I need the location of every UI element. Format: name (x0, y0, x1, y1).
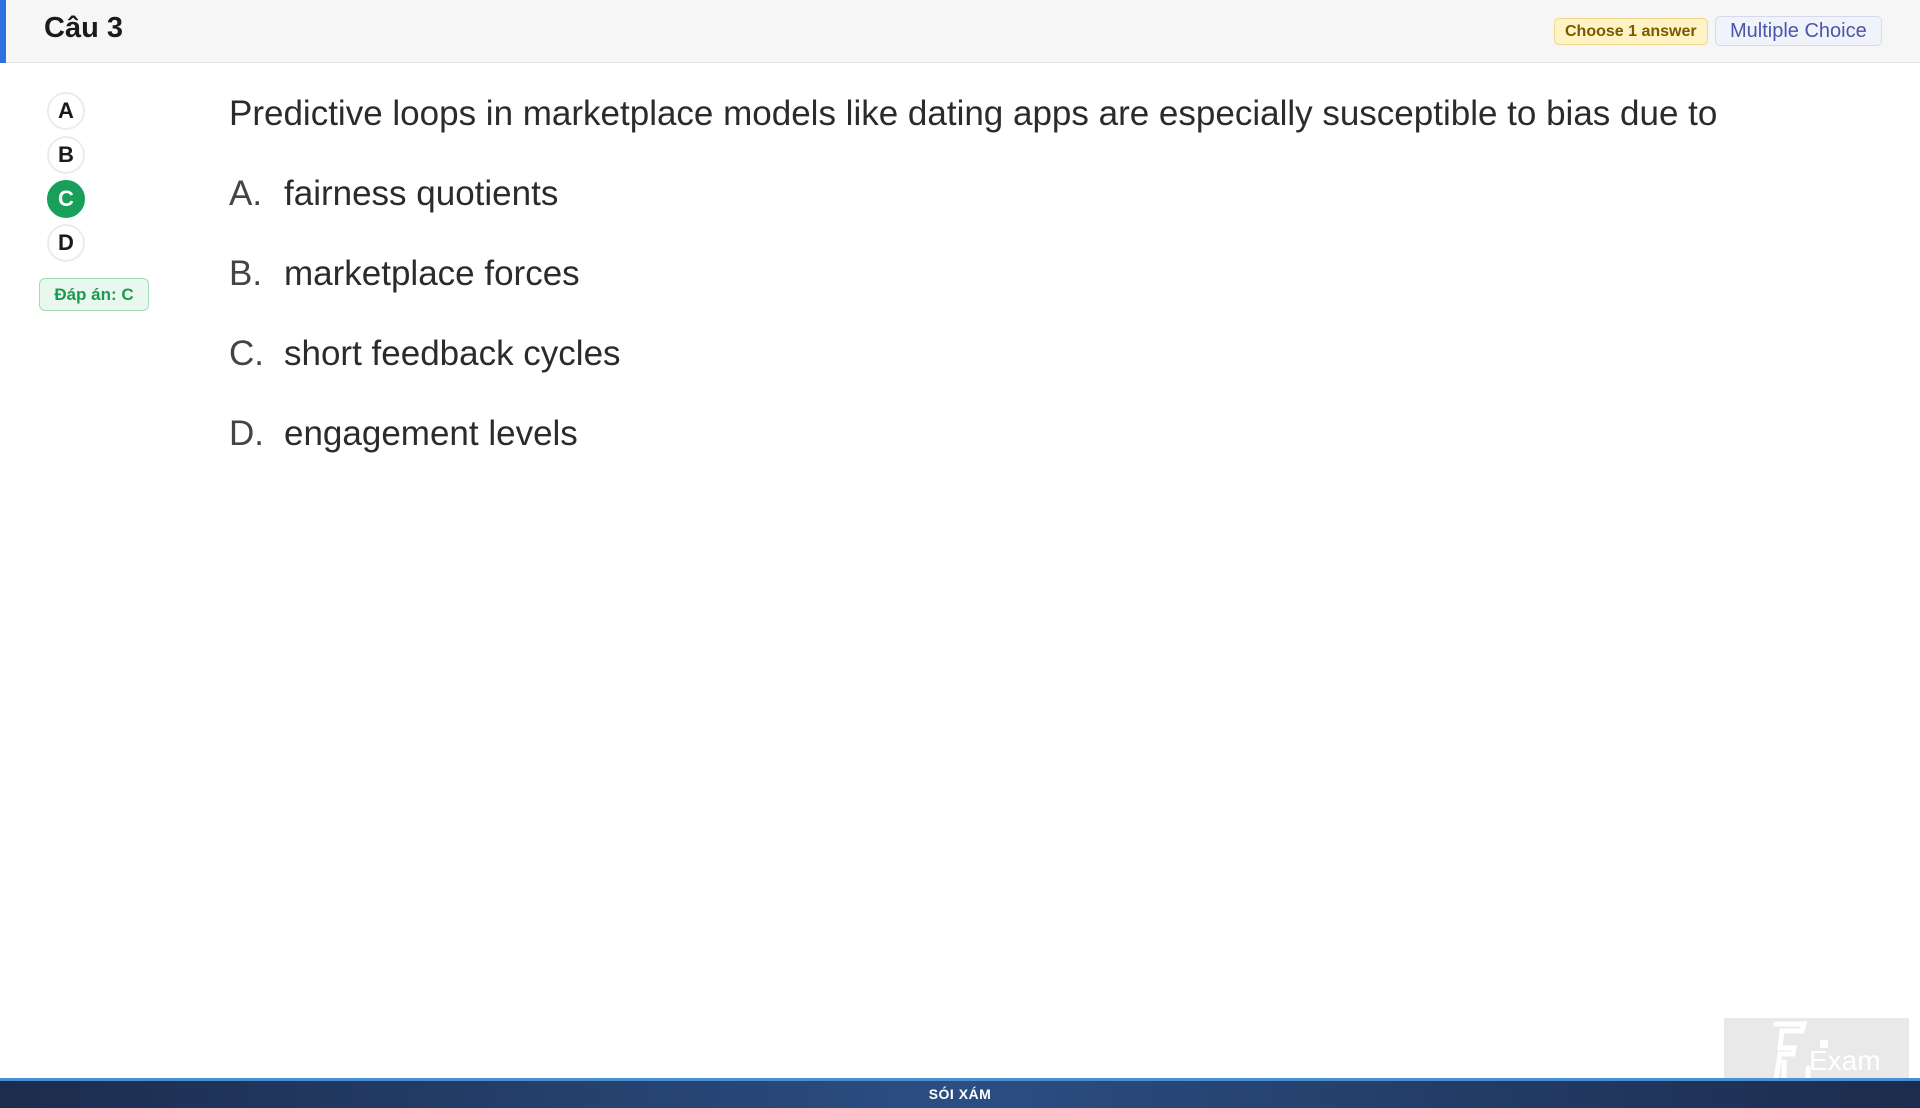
choose-count-badge: Choose 1 answer (1554, 18, 1708, 45)
question-header: Câu 3 Choose 1 answer Multiple Choice (0, 0, 1920, 63)
choice-b: B. marketplace forces (229, 254, 580, 294)
choice-letter: C. (229, 334, 264, 373)
choice-c: C. short feedback cycles (229, 334, 621, 374)
choice-text: short feedback cycles (284, 334, 621, 373)
choice-letter: B. (229, 254, 263, 293)
choice-text: marketplace forces (284, 254, 580, 293)
choice-letter: D. (229, 414, 264, 453)
question-text: Predictive loops in marketplace models l… (229, 94, 1718, 133)
footer-bar: SÓI XÁM (0, 1078, 1920, 1108)
footer-text: SÓI XÁM (928, 1086, 992, 1102)
choice-text: engagement levels (284, 414, 578, 453)
option-b-button[interactable]: B (47, 136, 85, 174)
question-title: Câu 3 (44, 12, 123, 44)
question-type-badge: Multiple Choice (1715, 16, 1882, 46)
choice-letter: A. (229, 174, 263, 213)
option-c-button[interactable]: C (47, 180, 85, 218)
choice-a: A. fairness quotients (229, 174, 558, 214)
correct-answer-badge: Đáp án: C (39, 278, 149, 311)
choice-d: D. engagement levels (229, 414, 578, 454)
choice-text: fairness quotients (284, 174, 559, 213)
logo-text: Exam (1809, 1045, 1881, 1076)
option-d-button[interactable]: D (47, 224, 85, 262)
header-accent-bar (0, 0, 6, 63)
option-a-button[interactable]: A (47, 92, 85, 130)
